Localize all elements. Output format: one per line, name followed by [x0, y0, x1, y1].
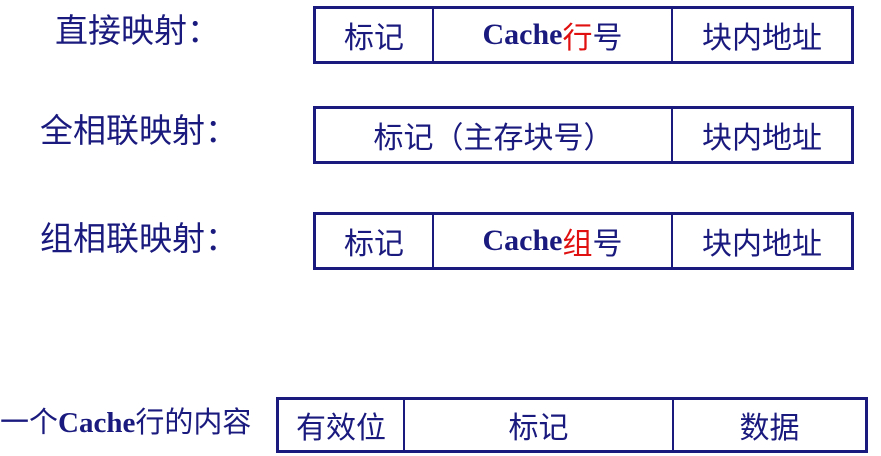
cache-set-number-prefix: Cache [482, 224, 563, 257]
tag-field: 标记 [316, 9, 434, 61]
tag-main-memory-block-field: 标记（主存块号） [316, 109, 673, 161]
cache-line-tag-field: 标记 [405, 400, 674, 450]
cache-set-number-suffix: 号 [592, 227, 623, 262]
block-offset-field-text: 块内地址 [702, 227, 822, 262]
block-offset-field: 块内地址 [673, 9, 851, 61]
cache-line-number-field: Cache 行号 [434, 9, 673, 61]
cache-line-contents-label: 一个Cache行的内容 [0, 408, 251, 438]
fully-associative-mapping-label: 全相联映射： [40, 111, 238, 150]
cache-set-number-field: Cache 组号 [434, 215, 673, 267]
cache-line-number-suffix: 号 [592, 21, 623, 56]
cache-line-number-highlight: 行 [562, 21, 593, 56]
cache-line-label-pre: 一个 [0, 405, 59, 439]
cache-line-label-post: 行的内容 [135, 405, 252, 439]
tag-main-memory-block-text: 标记（主存块号） [373, 121, 614, 156]
tag-field-text: 标记 [344, 227, 404, 262]
fully-associative-address-format: 标记（主存块号） 块内地址 [313, 106, 854, 164]
cache-set-number-highlight: 组 [562, 227, 593, 262]
block-offset-field: 块内地址 [673, 109, 851, 161]
direct-mapping-address-format: 标记 Cache 行号 块内地址 [313, 6, 854, 64]
cache-line-number-prefix: Cache [482, 18, 563, 51]
block-offset-field-text: 块内地址 [702, 21, 822, 56]
data-field-text: 数据 [739, 411, 800, 446]
set-associative-mapping-label: 组相联映射： [40, 219, 238, 258]
cache-line-contents-format: 有效位 标记 数据 [276, 397, 868, 453]
block-offset-field: 块内地址 [673, 215, 851, 267]
cache-line-tag-field-text: 标记 [508, 411, 569, 446]
tag-field-text: 标记 [344, 21, 404, 56]
set-associative-address-format: 标记 Cache 组号 块内地址 [313, 212, 854, 270]
direct-mapping-label: 直接映射： [55, 11, 220, 50]
tag-field: 标记 [316, 215, 434, 267]
valid-bit-field-text: 有效位 [296, 411, 386, 446]
block-offset-field-text: 块内地址 [702, 121, 822, 156]
valid-bit-field: 有效位 [279, 400, 405, 450]
cache-line-label-cache: Cache [58, 407, 136, 439]
data-field: 数据 [674, 400, 865, 450]
